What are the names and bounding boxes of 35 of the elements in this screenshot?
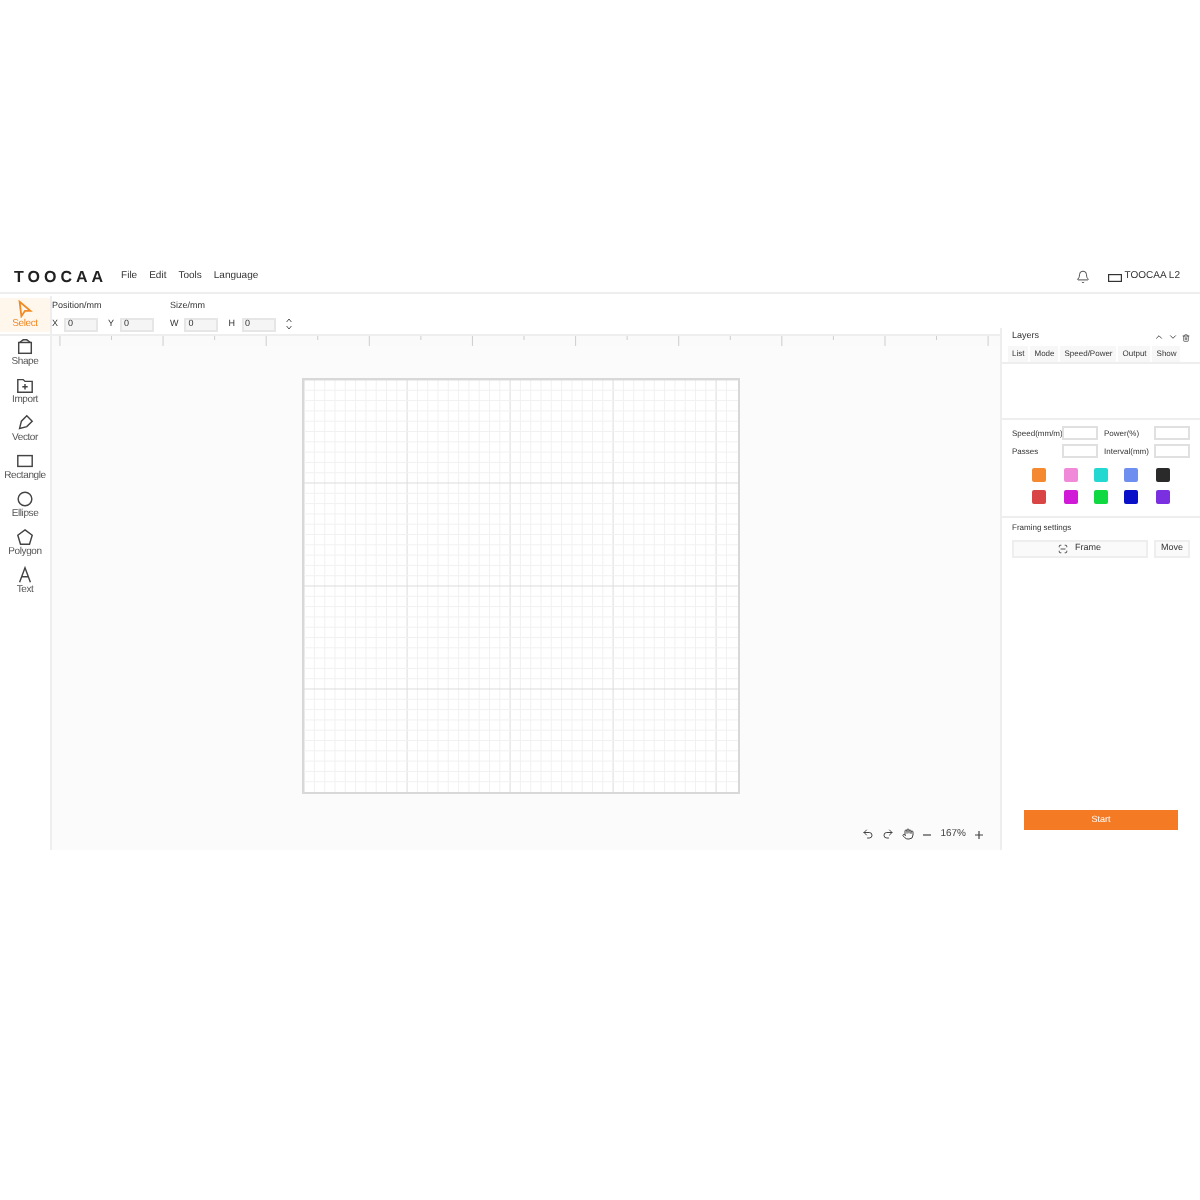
zoom-out-icon[interactable]	[922, 829, 933, 840]
polygon-icon	[16, 528, 34, 546]
layer-color-swatch[interactable]	[1032, 468, 1047, 482]
ellipse-icon	[16, 490, 34, 508]
rectangle-icon	[16, 452, 34, 470]
zoom-in-icon[interactable]	[974, 829, 984, 840]
frame-icon	[1058, 544, 1069, 554]
param-field[interactable]	[1154, 426, 1190, 440]
layer-color-swatch[interactable]	[1124, 490, 1139, 504]
undo-icon[interactable]	[862, 828, 875, 841]
param-field[interactable]	[1062, 426, 1098, 440]
layer-color-swatch[interactable]	[1063, 490, 1078, 504]
device-icon	[1108, 273, 1123, 281]
layer-color-swatch[interactable]	[1063, 468, 1078, 482]
shapes-icon	[16, 338, 34, 356]
app-logo: TOOCAA	[14, 265, 108, 289]
layer-color-swatch[interactable]	[1155, 490, 1170, 504]
pen-icon	[16, 414, 34, 432]
chevron-down-icon[interactable]	[1168, 332, 1178, 342]
folder-plus-icon	[16, 376, 34, 394]
redo-icon[interactable]	[882, 828, 895, 841]
param-field[interactable]	[1062, 444, 1098, 458]
bell-icon[interactable]	[1076, 270, 1091, 284]
chevron-up-icon[interactable]	[1154, 332, 1164, 342]
cursor-icon	[16, 300, 34, 318]
layer-color-swatch[interactable]	[1155, 468, 1170, 482]
layer-color-swatch[interactable]	[1093, 468, 1108, 482]
layer-color-swatch[interactable]	[1032, 490, 1047, 504]
layer-color-swatch[interactable]	[1124, 468, 1139, 482]
hand-icon[interactable]	[902, 828, 915, 841]
param-field[interactable]	[1154, 444, 1190, 458]
layer-color-swatch[interactable]	[1093, 490, 1108, 504]
trash-icon[interactable]	[1182, 333, 1190, 341]
letter-icon	[16, 566, 34, 584]
lock-ratio-icon[interactable]	[285, 318, 292, 331]
